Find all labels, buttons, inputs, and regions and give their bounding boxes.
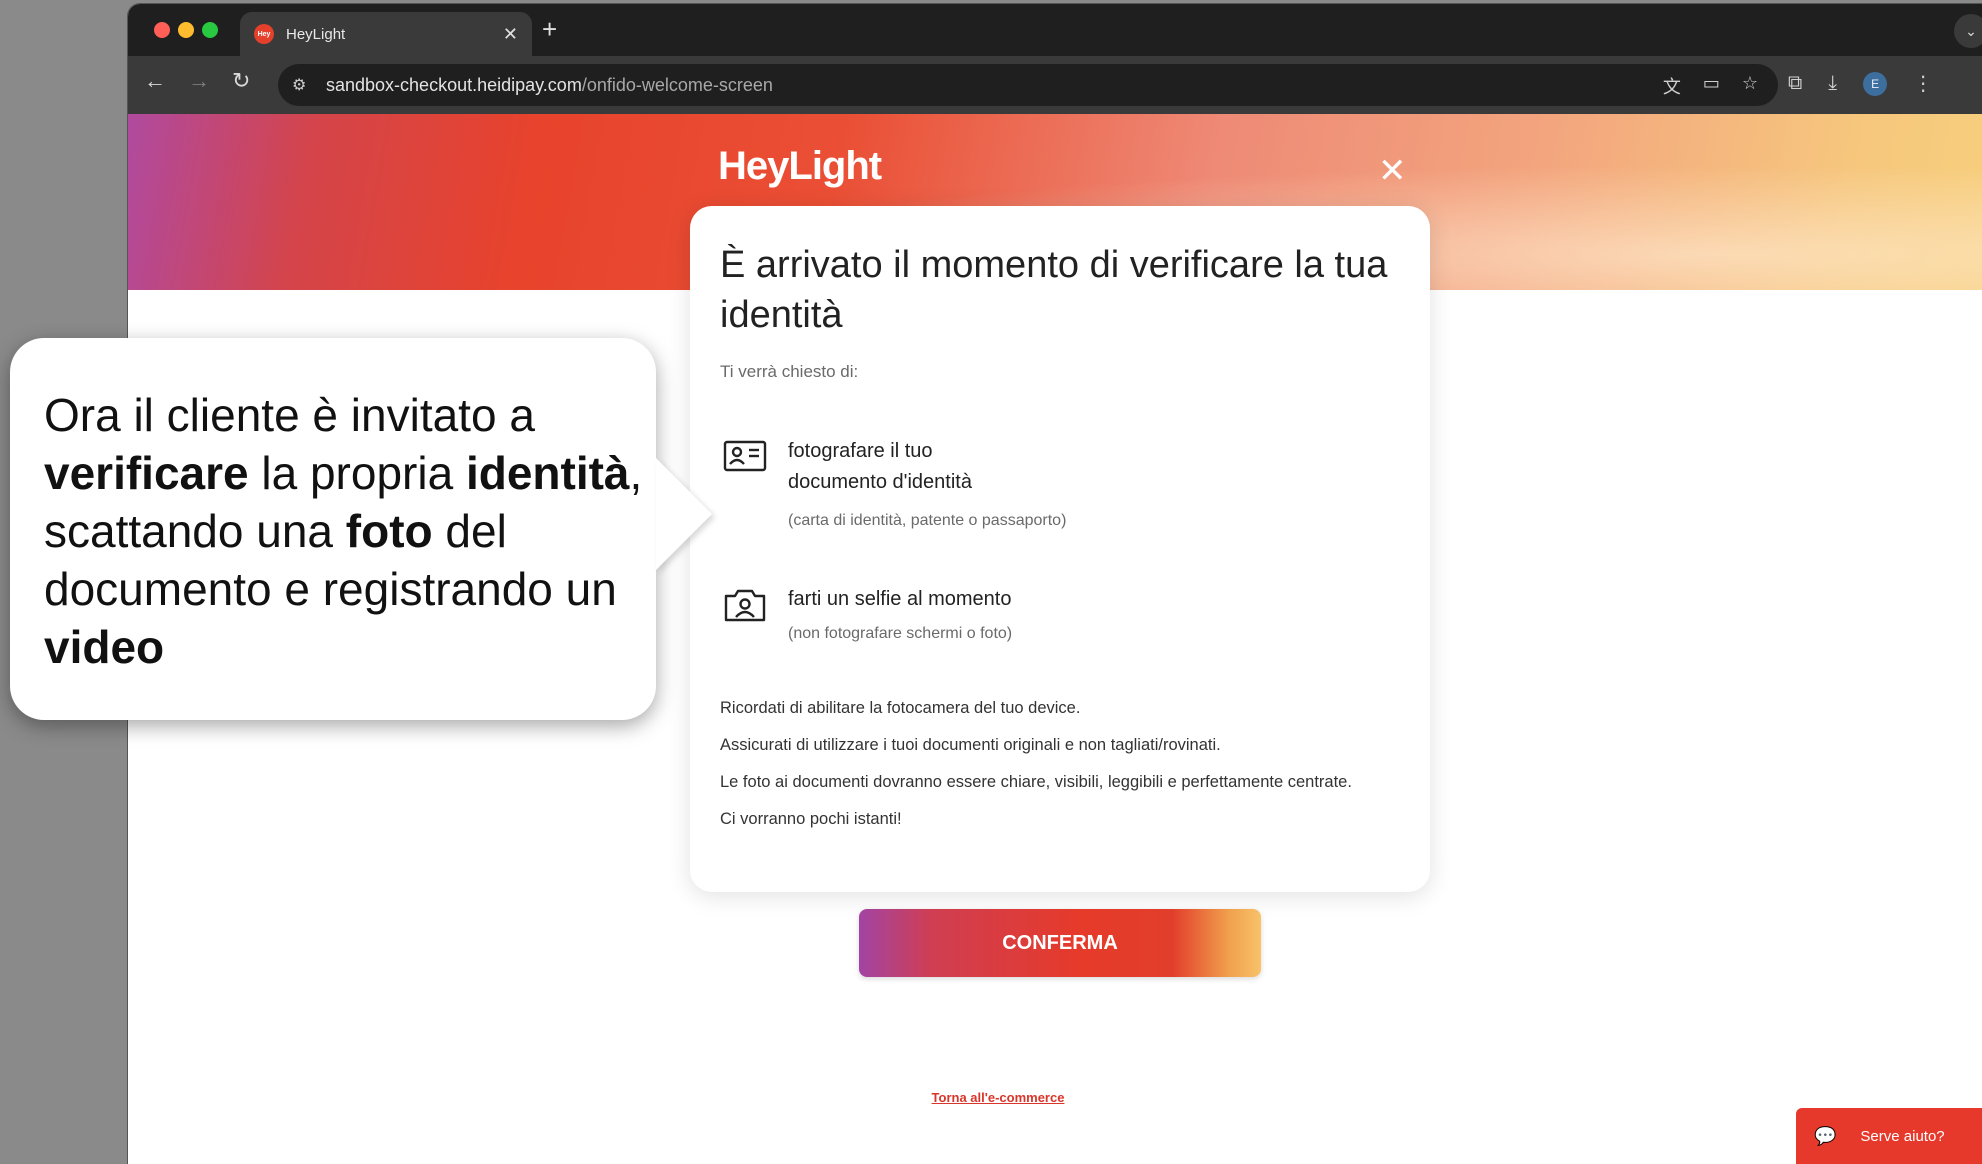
requirement-line: fotografare il tuo <box>788 440 933 462</box>
tab-bar: Hey HeyLight ✕ + ⌄ <box>128 4 1982 56</box>
close-icon[interactable]: ✕ <box>1378 154 1407 188</box>
profile-avatar[interactable]: E <box>1863 71 1888 96</box>
annotation-callout-arrow <box>656 458 712 570</box>
bookmark-star-icon[interactable]: ☆ <box>1742 73 1758 99</box>
confirm-button[interactable]: CONFERMA <box>859 909 1261 977</box>
verification-card: È arrivato il momento di verificare la t… <box>690 206 1430 892</box>
requirement-note: (non fotografare schermi o foto) <box>788 625 1013 642</box>
instruction-item: Le foto ai documenti dovranno essere chi… <box>720 773 1352 791</box>
card-title: È arrivato il momento di verificare la t… <box>720 244 1388 336</box>
annotation-emphasis: identità <box>465 447 630 499</box>
requirement-document: fotografare il tuo documento d'identità … <box>720 436 1066 530</box>
back-arrow-icon[interactable]: ← <box>144 70 166 92</box>
card-icon[interactable]: ▭ <box>1703 73 1720 99</box>
tab-close-icon[interactable]: ✕ <box>503 25 518 43</box>
menu-kebab-icon[interactable]: ⋮ <box>1913 71 1933 96</box>
extensions-puzzle-icon[interactable]: ⧉ <box>1788 72 1802 95</box>
address-bar[interactable]: ⚙ sandbox-checkout.heidipay.com/onfido-w… <box>278 64 1778 106</box>
annotation-segment: Ora il cliente è invitato a <box>44 389 535 441</box>
site-info-icon[interactable]: ⚙ <box>292 75 320 95</box>
chat-bubble-icon: 💬 <box>1814 1125 1837 1146</box>
browser-toolbar: ← → ↻ ⚙ sandbox-checkout.heidipay.com/on… <box>128 56 1982 114</box>
url-text: sandbox-checkout.heidipay.com/onfido-wel… <box>326 75 773 96</box>
heylight-favicon-icon: Hey <box>254 24 274 44</box>
instruction-item: Assicurati di utilizzare i tuoi document… <box>720 736 1221 754</box>
instruction-item: Ci vorranno pochi istanti! <box>720 810 902 828</box>
help-label: Serve aiuto? <box>1860 1127 1945 1145</box>
tab-search-chevron-icon[interactable]: ⌄ <box>1954 14 1982 48</box>
annotation-text: Ora il cliente è invitato a verificare l… <box>44 386 644 676</box>
translate-icon[interactable]: 文 <box>1663 73 1681 99</box>
instruction-item: Ricordati di abilitare la fotocamera del… <box>720 699 1081 717</box>
annotation-emphasis: video <box>44 621 165 673</box>
requirement-note: (carta di identità, patente o passaporto… <box>788 512 1067 529</box>
download-icon[interactable]: ⤓ <box>1828 72 1837 95</box>
heylight-logo: HeyLight <box>718 144 882 188</box>
instructions-list: Ricordati di abilitare la fotocamera del… <box>720 696 1400 844</box>
forward-arrow-icon[interactable]: → <box>188 70 210 92</box>
annotation-emphasis: verificare <box>44 447 249 499</box>
requirement-selfie: farti un selfie al momento (non fotograf… <box>720 584 1012 643</box>
back-to-ecommerce-link[interactable]: Torna all'e-commerce <box>128 1090 1982 1105</box>
annotation-emphasis: foto <box>345 505 433 557</box>
url-host: sandbox-checkout.heidipay.com <box>326 74 582 95</box>
maximize-window-button[interactable] <box>202 22 218 38</box>
minimize-window-button[interactable] <box>178 22 194 38</box>
help-chat-button[interactable]: 💬 Serve aiuto? <box>1796 1108 1982 1164</box>
new-tab-icon[interactable]: + <box>542 16 557 42</box>
card-subtitle: Ti verrà chiesto di: <box>720 362 859 381</box>
requirement-line: farti un selfie al momento <box>788 588 1012 610</box>
back-link-label[interactable]: Torna all'e-commerce <box>932 1090 1065 1105</box>
url-path: /onfido-welcome-screen <box>581 74 773 95</box>
reload-icon[interactable]: ↻ <box>232 70 250 92</box>
annotation-segment: la propria <box>248 447 466 499</box>
tab-heylight[interactable]: Hey HeyLight ✕ <box>240 12 532 56</box>
tab-title: HeyLight <box>286 25 346 43</box>
selfie-camera-icon <box>724 589 766 622</box>
requirement-line: documento d'identità <box>788 471 972 493</box>
close-window-button[interactable] <box>154 22 170 38</box>
id-card-icon <box>723 440 767 472</box>
